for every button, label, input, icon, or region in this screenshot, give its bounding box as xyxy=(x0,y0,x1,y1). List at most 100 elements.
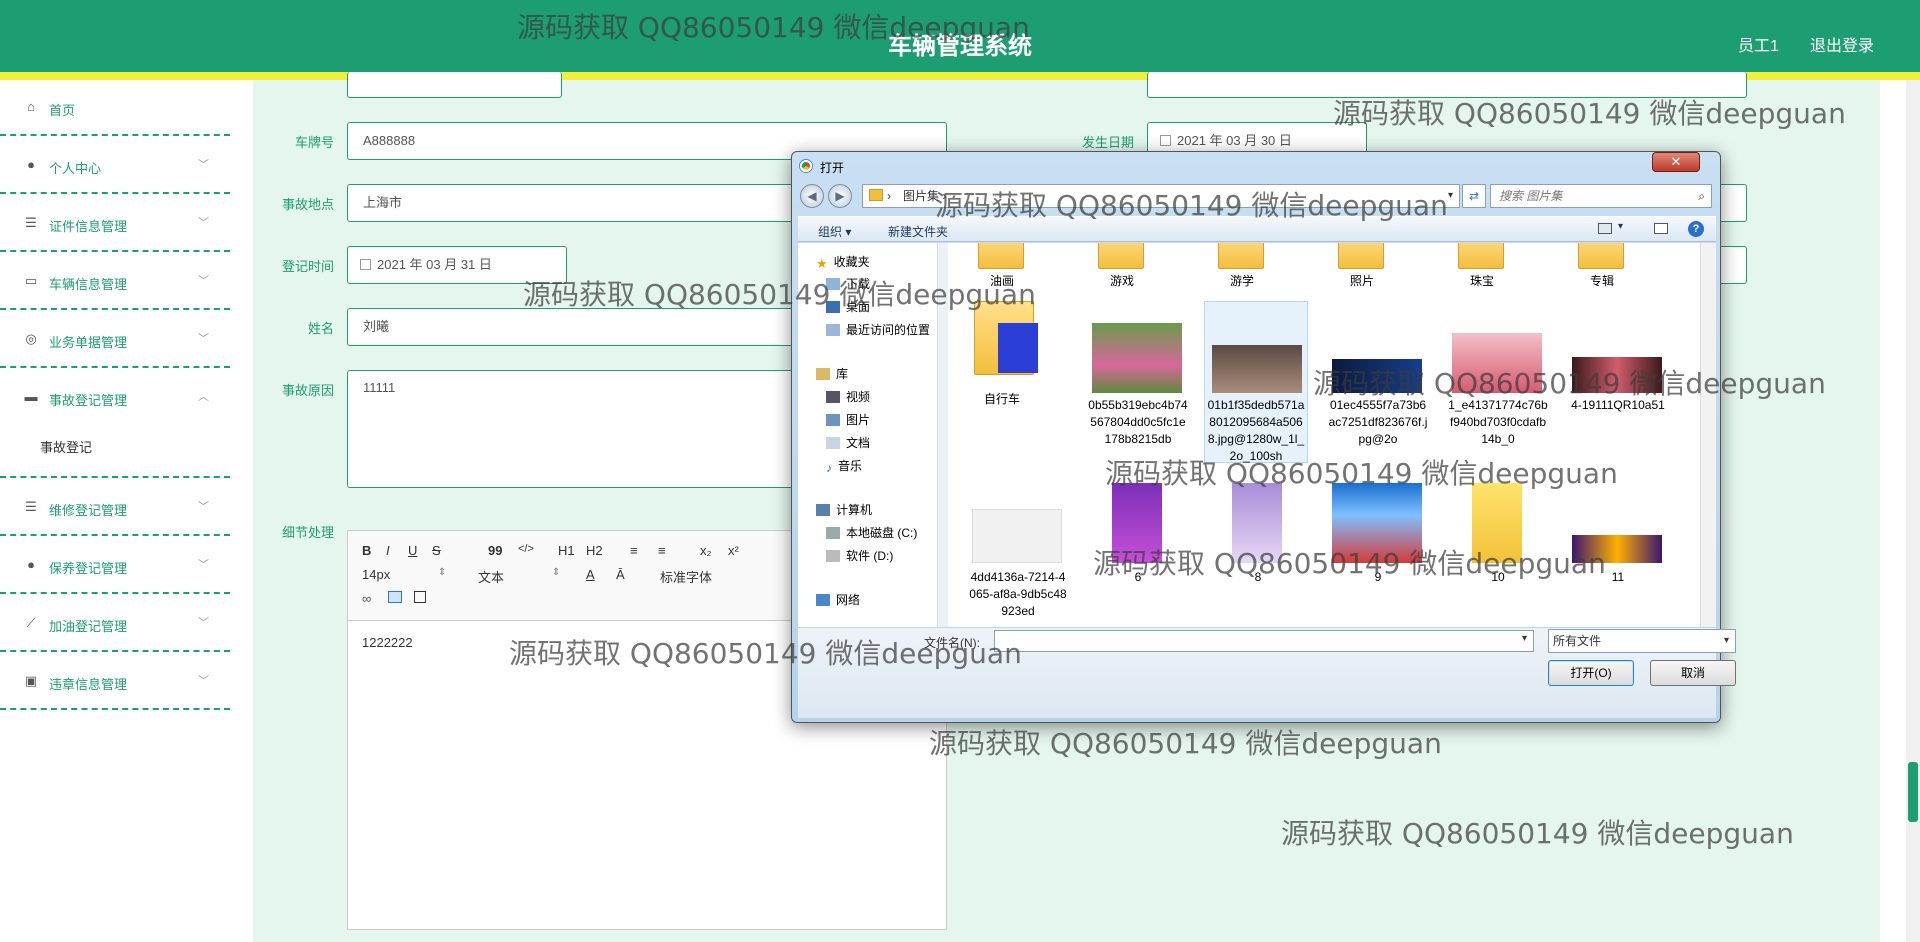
open-button[interactable]: 打开(O) xyxy=(1548,660,1634,686)
ordered-list-button[interactable]: ≡ xyxy=(630,543,638,558)
h2-button[interactable]: H2 xyxy=(586,543,603,558)
nav-network[interactable]: 网络 xyxy=(816,591,860,608)
file-item[interactable]: 游戏 xyxy=(1072,273,1172,290)
bullet-list-button[interactable]: ≡ xyxy=(658,543,666,558)
nav-label: 视频 xyxy=(846,390,871,404)
partial-input-top-right[interactable] xyxy=(1147,72,1747,98)
superscript-button[interactable]: x² xyxy=(728,543,739,558)
nav-recent[interactable]: 最近访问的位置 xyxy=(826,321,930,338)
forward-button[interactable]: ▶ xyxy=(828,184,852,208)
back-button[interactable]: ◀ xyxy=(800,184,824,208)
file-item[interactable]: 油画 xyxy=(952,273,1052,290)
file-item[interactable]: 01ec4555f7a73b6ac7251df823676f.jpg@2o xyxy=(1328,397,1428,448)
nav-disk-d[interactable]: 软件 (D:) xyxy=(826,547,893,564)
cancel-button[interactable]: 取消 xyxy=(1650,660,1736,686)
paragraph-select[interactable]: 文本 xyxy=(478,567,504,586)
file-item[interactable]: 10 xyxy=(1448,569,1548,586)
file-item[interactable]: 1_e41371774c76bf940bd703f0cdafb14b_0 xyxy=(1448,397,1548,448)
view-dropdown-icon[interactable]: ▾ xyxy=(1618,221,1623,232)
background-color-icon[interactable]: Ā xyxy=(616,567,625,582)
h1-button[interactable]: H1 xyxy=(558,543,575,558)
filetype-dropdown-icon[interactable]: ▾ xyxy=(1724,630,1729,652)
underline-button[interactable]: U xyxy=(408,543,417,558)
video-icon[interactable] xyxy=(414,591,426,603)
nav-video[interactable]: 视频 xyxy=(826,388,870,405)
sidebar-item-business[interactable]: ◎ 业务单据管理 ﹀ xyxy=(0,312,230,368)
sidebar-item-maintenance[interactable]: ● 保养登记管理 ﹀ xyxy=(0,538,230,594)
image-icon[interactable] xyxy=(388,591,402,603)
file-item[interactable]: 专辑 xyxy=(1552,273,1652,290)
sidebar-item-accidents[interactable]: ▬ 事故登记管理 ︿ xyxy=(0,370,230,478)
nav-label: 软件 (D:) xyxy=(846,549,894,563)
file-item[interactable]: 8 xyxy=(1208,569,1308,586)
file-item[interactable]: 11 xyxy=(1568,569,1668,586)
address-bar[interactable]: › 图片集 › ▾ xyxy=(862,184,1460,208)
folder-icon xyxy=(1338,243,1384,269)
user-icon: ● xyxy=(27,557,35,572)
strike-button[interactable]: S xyxy=(432,543,441,558)
refresh-button[interactable]: ⇄ xyxy=(1462,184,1486,208)
file-list-scrollbar[interactable] xyxy=(1700,243,1716,627)
font-family-select[interactable]: 标准字体 xyxy=(660,567,712,586)
dialog-close-button[interactable]: ✕ xyxy=(1652,152,1700,172)
file-item[interactable]: 照片 xyxy=(1312,273,1412,290)
sidebar-item-personal[interactable]: ● 个人中心 ﹀ xyxy=(0,138,230,194)
preview-pane-icon[interactable] xyxy=(1654,223,1668,234)
file-item[interactable]: 4-19111QR10a51 xyxy=(1568,397,1668,414)
view-options-icon[interactable] xyxy=(1598,223,1612,234)
sidebar-item-repair[interactable]: ☰ 维修登记管理 ﹀ xyxy=(0,480,230,536)
nav-pane-scrollbar[interactable] xyxy=(938,243,948,627)
filename-dropdown-icon[interactable]: ▾ xyxy=(1522,633,1527,644)
file-item[interactable]: 游学 xyxy=(1192,273,1292,290)
sidebar-item-violations[interactable]: ▣ 违章信息管理 ﹀ xyxy=(0,654,230,710)
nav-favorites[interactable]: ★ 收藏夹 xyxy=(816,253,870,271)
sidebar-subitem-accident-register[interactable]: 事故登记 xyxy=(40,437,92,456)
filetype-select[interactable]: 所有文件 ▾ xyxy=(1548,629,1736,653)
nav-music[interactable]: ♪ 音乐 xyxy=(826,457,862,475)
organize-menu[interactable]: 组织 ▾ xyxy=(818,223,851,240)
nav-computer[interactable]: 计算机 xyxy=(816,501,872,518)
nav-desktop[interactable]: 桌面 xyxy=(826,298,870,315)
file-item[interactable]: 01b1f35dedb571a8012095684a5068.jpg@1280w… xyxy=(1206,397,1306,465)
dialog-nav-bar: ◀ ▶ › 图片集 › ▾ ⇄ 搜索 图片集 ⌕ xyxy=(800,182,1714,210)
nav-downloads[interactable]: 下载 xyxy=(826,275,870,292)
nav-pictures[interactable]: 图片 xyxy=(826,411,870,428)
page-scroll-thumb[interactable] xyxy=(1908,762,1918,822)
font-color-icon[interactable]: A xyxy=(586,567,595,582)
address-dropdown-icon[interactable]: ▾ xyxy=(1448,185,1453,207)
filename-input[interactable]: ▾ xyxy=(994,630,1534,652)
logout-link[interactable]: 退出登录 xyxy=(1810,32,1874,56)
nav-disk-c[interactable]: 本地磁盘 (C:) xyxy=(826,524,917,541)
font-size-select[interactable]: 14px xyxy=(362,567,390,582)
home-icon: ⌂ xyxy=(27,99,35,114)
pink-thumbnail xyxy=(1452,333,1542,393)
sliders-icon: ☰ xyxy=(25,499,37,514)
reg-date-input[interactable]: 2021 年 03 月 31 日 xyxy=(347,246,567,284)
sidebar-item-fuel[interactable]: ⟋ 加油登记管理 ﹀ xyxy=(0,596,230,652)
sidebar-item-vehicles[interactable]: ▭ 车辆信息管理 ﹀ xyxy=(0,254,230,310)
italic-button[interactable]: I xyxy=(386,543,390,558)
file-item[interactable]: 9 xyxy=(1328,569,1428,586)
folder-icon xyxy=(978,243,1024,269)
help-icon[interactable]: ? xyxy=(1688,221,1704,237)
link-icon[interactable]: ∞ xyxy=(362,591,371,606)
bold-button[interactable]: B xyxy=(362,543,371,558)
partial-input-top-left[interactable] xyxy=(347,72,562,98)
quote-button[interactable]: 99 xyxy=(488,543,502,558)
new-folder-button[interactable]: 新建文件夹 xyxy=(888,223,948,240)
file-item[interactable]: 珠宝 xyxy=(1432,273,1532,290)
file-item[interactable]: 自行车 xyxy=(952,391,1052,408)
nav-label: 下载 xyxy=(846,277,871,291)
nav-library[interactable]: 库 xyxy=(816,365,848,382)
select-arrows-icon: ⇕ xyxy=(552,567,561,578)
code-button[interactable]: </> xyxy=(518,543,534,555)
file-item[interactable]: 0b55b319ebc4b74567804dd0c5fc1e178b8215db xyxy=(1088,397,1188,448)
sidebar-item-certificates[interactable]: ☰ 证件信息管理 ﹀ xyxy=(0,196,230,252)
nav-label: 库 xyxy=(836,367,849,381)
file-item[interactable]: 4dd4136a-7214-4065-af8a-9db5c48923ed xyxy=(968,569,1068,620)
search-input[interactable]: 搜索 图片集 ⌕ xyxy=(1490,184,1712,208)
subscript-button[interactable]: x₂ xyxy=(700,543,712,558)
file-item[interactable]: 6 xyxy=(1088,569,1188,586)
sidebar-item-home[interactable]: ⌂ 首页 xyxy=(0,80,230,136)
nav-docs[interactable]: 文档 xyxy=(826,434,870,451)
